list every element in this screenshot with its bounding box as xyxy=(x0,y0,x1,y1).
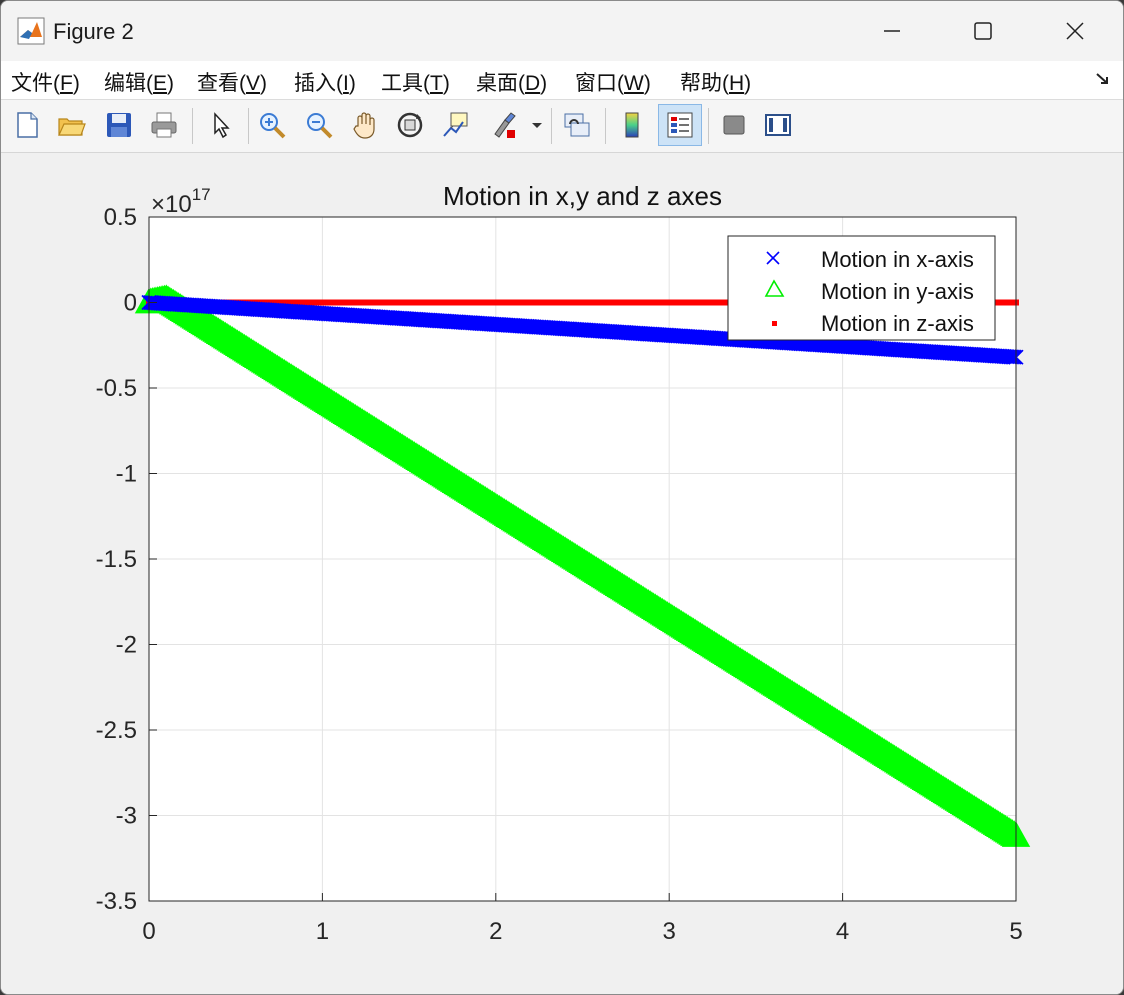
link-plot-icon xyxy=(564,113,590,137)
minimize-button[interactable] xyxy=(846,1,938,61)
menu-tools[interactable]: 工具(T) xyxy=(381,67,450,97)
print-icon xyxy=(151,112,177,138)
pointer-icon xyxy=(214,112,230,139)
menu-file[interactable]: 文件(F) xyxy=(11,67,80,97)
toolbar-separator xyxy=(708,108,709,144)
rotate-3d-icon xyxy=(397,112,423,138)
legend-button[interactable] xyxy=(658,104,702,146)
save-button[interactable] xyxy=(100,106,138,144)
x-tick-label: 0 xyxy=(142,918,155,945)
legend[interactable]: Motion in x-axis Motion in y-axis Motion… xyxy=(727,235,996,341)
x-tick-label: 4 xyxy=(836,918,849,945)
print-button[interactable] xyxy=(145,106,183,144)
undock-arrow-icon[interactable] xyxy=(1095,71,1111,87)
figure-toolbar xyxy=(1,100,1123,153)
close-button[interactable] xyxy=(1029,1,1121,61)
chart-title: Motion in x,y and z axes xyxy=(443,181,722,211)
zoom-out-button[interactable] xyxy=(300,106,338,144)
new-figure-icon xyxy=(17,112,38,138)
maximize-button[interactable] xyxy=(937,1,1029,61)
toolbar-separator xyxy=(551,108,552,144)
link-plot-button[interactable] xyxy=(558,106,596,144)
matlab-logo-icon xyxy=(17,17,45,45)
menu-desktop[interactable]: 桌面(D) xyxy=(476,67,547,97)
brush-icon xyxy=(494,112,516,138)
toolbar-separator xyxy=(192,108,193,144)
y-tick-label: -2.5 xyxy=(96,717,137,744)
chevron-down-icon xyxy=(532,123,542,128)
y-exponent-label: ×1017 xyxy=(151,185,211,218)
y-tick-label: -1 xyxy=(116,461,137,488)
brush-dropdown-button[interactable] xyxy=(527,106,547,144)
y-tick-label: 0.5 xyxy=(104,204,137,231)
legend-label-z: Motion in z-axis xyxy=(821,311,974,336)
menu-insert[interactable]: 插入(I) xyxy=(294,67,356,97)
plot-svg: 0 1 2 3 4 5 0.5 0 -0.5 -1 -1.5 -2 -2.5 -3 -3.5 Motion … xyxy=(96,181,1031,945)
y-tick-label: -3.5 xyxy=(96,888,137,915)
new-figure-button[interactable] xyxy=(8,106,46,144)
menu-edit[interactable]: 编辑(E) xyxy=(104,67,174,97)
rotate-3d-button[interactable] xyxy=(391,106,429,144)
x-tick-label: 3 xyxy=(663,918,676,945)
y-tick-label: -0.5 xyxy=(96,375,137,402)
menu-help[interactable]: 帮助(H) xyxy=(680,67,751,97)
show-plot-tools-button[interactable] xyxy=(759,106,797,144)
pan-hand-icon xyxy=(353,112,375,139)
pan-button[interactable] xyxy=(346,106,384,144)
x-tick-label: 1 xyxy=(316,918,329,945)
zoom-out-icon xyxy=(307,113,333,139)
figure-window: Figure 2 文件(F) 编辑(E) 查看(V) 插入(I) 工具(T) 桌… xyxy=(0,0,1124,995)
close-icon xyxy=(1066,22,1084,40)
x-tick-label: 5 xyxy=(1009,918,1022,945)
y-tick-label: -1.5 xyxy=(96,546,137,573)
menu-bar: 文件(F) 编辑(E) 查看(V) 插入(I) 工具(T) 桌面(D) 窗口(W… xyxy=(1,61,1123,100)
pointer-button[interactable] xyxy=(201,106,239,144)
hide-tools-icon xyxy=(723,115,745,135)
figure-canvas: 0 1 2 3 4 5 0.5 0 -0.5 -1 -1.5 -2 -2.5 -3 -3.5 Motion … xyxy=(1,153,1123,994)
menu-window[interactable]: 窗口(W) xyxy=(575,67,651,97)
show-tools-icon xyxy=(765,114,791,136)
legend-label-y: Motion in y-axis xyxy=(821,279,974,304)
toolbar-separator xyxy=(605,108,606,144)
minimize-icon xyxy=(884,30,900,32)
data-cursor-icon xyxy=(443,112,468,137)
hide-plot-tools-button[interactable] xyxy=(715,106,753,144)
y-tick-label: -3 xyxy=(116,803,137,830)
open-file-icon xyxy=(58,118,86,136)
legend-icon xyxy=(667,112,693,138)
menu-view[interactable]: 查看(V) xyxy=(197,67,267,97)
y-tick-label: -2 xyxy=(116,632,137,659)
zoom-in-button[interactable] xyxy=(253,106,291,144)
zoom-in-icon xyxy=(260,113,286,139)
colorbar-button[interactable] xyxy=(613,106,651,144)
x-tick-label: 2 xyxy=(489,918,502,945)
colorbar-icon xyxy=(625,112,639,138)
legend-marker-point xyxy=(772,321,777,326)
title-bar: Figure 2 xyxy=(1,1,1123,61)
data-cursor-button[interactable] xyxy=(437,106,475,144)
maximize-icon xyxy=(974,22,992,40)
brush-button[interactable] xyxy=(485,106,523,144)
open-file-button[interactable] xyxy=(52,106,90,144)
legend-label-x: Motion in x-axis xyxy=(821,247,974,272)
y-tick-label: 0 xyxy=(124,290,137,317)
save-icon xyxy=(107,113,131,137)
toolbar-separator xyxy=(248,108,249,144)
window-title: Figure 2 xyxy=(53,19,134,44)
